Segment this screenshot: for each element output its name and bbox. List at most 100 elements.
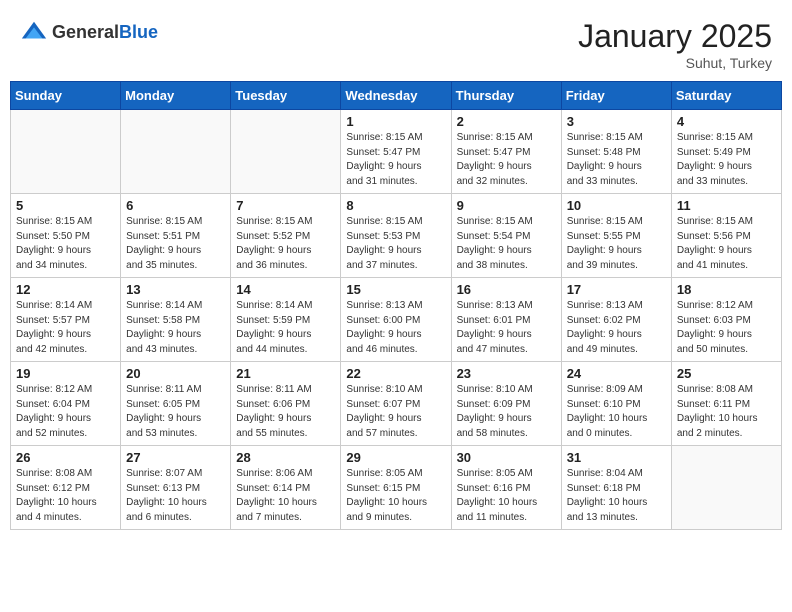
day-number: 20 [126, 366, 225, 381]
calendar-cell [671, 446, 781, 530]
calendar-cell [121, 110, 231, 194]
calendar-cell: 7 Sunrise: 8:15 AM Sunset: 5:52 PM Daylig… [231, 194, 341, 278]
calendar-cell: 6 Sunrise: 8:15 AM Sunset: 5:51 PM Daylig… [121, 194, 231, 278]
day-number: 29 [346, 450, 445, 465]
day-info: Sunrise: 8:13 AM Sunset: 6:01 PM Dayligh… [457, 299, 556, 357]
calendar-week-row: 1 Sunrise: 8:15 AM Sunset: 5:47 PM Daylig… [11, 110, 782, 194]
calendar-cell: 25 Sunrise: 8:08 AM Sunset: 6:11 PM Dayli… [671, 362, 781, 446]
day-info: Sunrise: 8:15 AM Sunset: 5:51 PM Dayligh… [126, 215, 225, 273]
calendar-cell: 9Sunrise: 8:15 AM Sunset: 5:54 PM Daylig… [451, 194, 561, 278]
day-info: Sunrise: 8:05 AM Sunset: 6:16 PM Dayligh… [457, 467, 556, 525]
day-number: 21 [236, 366, 335, 381]
day-number: 2 [457, 114, 556, 129]
day-number: 6 [126, 198, 225, 213]
calendar-cell: 27 Sunrise: 8:07 AM Sunset: 6:13 PM Dayli… [121, 446, 231, 530]
day-info: Sunrise: 8:15 AM Sunset: 5:47 PM Dayligh… [457, 131, 556, 189]
logo-text: GeneralBlue [52, 22, 158, 43]
day-info: Sunrise: 8:07 AM Sunset: 6:13 PM Dayligh… [126, 467, 225, 525]
month-title: January 2025 [578, 18, 772, 55]
calendar-cell: 16 Sunrise: 8:13 AM Sunset: 6:01 PM Dayli… [451, 278, 561, 362]
day-info: Sunrise: 8:15 AM Sunset: 5:49 PM Dayligh… [677, 131, 776, 189]
calendar-cell: 29 Sunrise: 8:05 AM Sunset: 6:15 PM Dayli… [341, 446, 451, 530]
location: Suhut, Turkey [578, 55, 772, 71]
day-info: Sunrise: 8:04 AM Sunset: 6:18 PM Dayligh… [567, 467, 666, 525]
day-number: 17 [567, 282, 666, 297]
calendar-cell: 26 Sunrise: 8:08 AM Sunset: 6:12 PM Dayli… [11, 446, 121, 530]
day-info: Sunrise: 8:14 AM Sunset: 5:58 PM Dayligh… [126, 299, 225, 357]
weekday-header: Wednesday [341, 82, 451, 110]
day-info: Sunrise: 8:15 AM Sunset: 5:48 PM Dayligh… [567, 131, 666, 189]
day-number: 16 [457, 282, 556, 297]
day-number: 8 [346, 198, 445, 213]
day-info: Sunrise: 8:15 AM Sunset: 5:47 PM Dayligh… [346, 131, 445, 189]
weekday-header: Saturday [671, 82, 781, 110]
calendar-cell: 14Sunrise: 8:14 AM Sunset: 5:59 PM Dayli… [231, 278, 341, 362]
weekday-header: Thursday [451, 82, 561, 110]
calendar-cell: 18Sunrise: 8:12 AM Sunset: 6:03 PM Dayli… [671, 278, 781, 362]
calendar-cell: 28 Sunrise: 8:06 AM Sunset: 6:14 PM Dayli… [231, 446, 341, 530]
day-info: Sunrise: 8:15 AM Sunset: 5:53 PM Dayligh… [346, 215, 445, 273]
day-info: Sunrise: 8:13 AM Sunset: 6:00 PM Dayligh… [346, 299, 445, 357]
day-info: Sunrise: 8:15 AM Sunset: 5:55 PM Dayligh… [567, 215, 666, 273]
calendar-week-row: 12 Sunrise: 8:14 AM Sunset: 5:57 PM Dayli… [11, 278, 782, 362]
day-info: Sunrise: 8:12 AM Sunset: 6:04 PM Dayligh… [16, 383, 115, 441]
page-header: GeneralBlue January 2025 Suhut, Turkey [10, 10, 782, 75]
calendar-week-row: 26 Sunrise: 8:08 AM Sunset: 6:12 PM Dayli… [11, 446, 782, 530]
day-info: Sunrise: 8:08 AM Sunset: 6:12 PM Dayligh… [16, 467, 115, 525]
day-number: 1 [346, 114, 445, 129]
day-info: Sunrise: 8:06 AM Sunset: 6:14 PM Dayligh… [236, 467, 335, 525]
calendar-cell: 15Sunrise: 8:13 AM Sunset: 6:00 PM Dayli… [341, 278, 451, 362]
day-info: Sunrise: 8:08 AM Sunset: 6:11 PM Dayligh… [677, 383, 776, 441]
calendar-cell: 17 Sunrise: 8:13 AM Sunset: 6:02 PM Dayli… [561, 278, 671, 362]
day-info: Sunrise: 8:09 AM Sunset: 6:10 PM Dayligh… [567, 383, 666, 441]
day-number: 14 [236, 282, 335, 297]
day-info: Sunrise: 8:11 AM Sunset: 6:05 PM Dayligh… [126, 383, 225, 441]
day-number: 26 [16, 450, 115, 465]
calendar-cell: 24 Sunrise: 8:09 AM Sunset: 6:10 PM Dayli… [561, 362, 671, 446]
day-number: 18 [677, 282, 776, 297]
day-number: 30 [457, 450, 556, 465]
calendar-week-row: 19Sunrise: 8:12 AM Sunset: 6:04 PM Dayli… [11, 362, 782, 446]
calendar-table: SundayMondayTuesdayWednesdayThursdayFrid… [10, 81, 782, 530]
day-number: 12 [16, 282, 115, 297]
day-info: Sunrise: 8:10 AM Sunset: 6:07 PM Dayligh… [346, 383, 445, 441]
calendar-cell: 4Sunrise: 8:15 AM Sunset: 5:49 PM Daylig… [671, 110, 781, 194]
calendar-cell: 1 Sunrise: 8:15 AM Sunset: 5:47 PM Daylig… [341, 110, 451, 194]
day-number: 27 [126, 450, 225, 465]
weekday-header: Monday [121, 82, 231, 110]
day-number: 22 [346, 366, 445, 381]
day-info: Sunrise: 8:15 AM Sunset: 5:52 PM Dayligh… [236, 215, 335, 273]
calendar-cell: 10 Sunrise: 8:15 AM Sunset: 5:55 PM Dayli… [561, 194, 671, 278]
calendar-cell: 23Sunrise: 8:10 AM Sunset: 6:09 PM Dayli… [451, 362, 561, 446]
calendar-cell: 8 Sunrise: 8:15 AM Sunset: 5:53 PM Daylig… [341, 194, 451, 278]
day-number: 7 [236, 198, 335, 213]
day-number: 28 [236, 450, 335, 465]
day-info: Sunrise: 8:10 AM Sunset: 6:09 PM Dayligh… [457, 383, 556, 441]
day-number: 3 [567, 114, 666, 129]
calendar-cell [231, 110, 341, 194]
weekday-header: Tuesday [231, 82, 341, 110]
day-info: Sunrise: 8:15 AM Sunset: 5:56 PM Dayligh… [677, 215, 776, 273]
calendar-cell: 5 Sunrise: 8:15 AM Sunset: 5:50 PM Daylig… [11, 194, 121, 278]
calendar-week-row: 5 Sunrise: 8:15 AM Sunset: 5:50 PM Daylig… [11, 194, 782, 278]
calendar-cell: 13 Sunrise: 8:14 AM Sunset: 5:58 PM Dayli… [121, 278, 231, 362]
day-info: Sunrise: 8:13 AM Sunset: 6:02 PM Dayligh… [567, 299, 666, 357]
logo-general: General [52, 22, 119, 42]
day-number: 13 [126, 282, 225, 297]
calendar-cell [11, 110, 121, 194]
calendar-cell: 30 Sunrise: 8:05 AM Sunset: 6:16 PM Dayli… [451, 446, 561, 530]
calendar-cell: 20 Sunrise: 8:11 AM Sunset: 6:05 PM Dayli… [121, 362, 231, 446]
day-info: Sunrise: 8:15 AM Sunset: 5:54 PM Dayligh… [457, 215, 556, 273]
weekday-header-row: SundayMondayTuesdayWednesdayThursdayFrid… [11, 82, 782, 110]
day-number: 5 [16, 198, 115, 213]
day-number: 24 [567, 366, 666, 381]
calendar-cell: 22 Sunrise: 8:10 AM Sunset: 6:07 PM Dayli… [341, 362, 451, 446]
day-number: 10 [567, 198, 666, 213]
calendar-cell: 31Sunrise: 8:04 AM Sunset: 6:18 PM Dayli… [561, 446, 671, 530]
day-info: Sunrise: 8:14 AM Sunset: 5:57 PM Dayligh… [16, 299, 115, 357]
day-info: Sunrise: 8:05 AM Sunset: 6:15 PM Dayligh… [346, 467, 445, 525]
day-info: Sunrise: 8:15 AM Sunset: 5:50 PM Dayligh… [16, 215, 115, 273]
weekday-header: Friday [561, 82, 671, 110]
day-number: 25 [677, 366, 776, 381]
day-info: Sunrise: 8:11 AM Sunset: 6:06 PM Dayligh… [236, 383, 335, 441]
